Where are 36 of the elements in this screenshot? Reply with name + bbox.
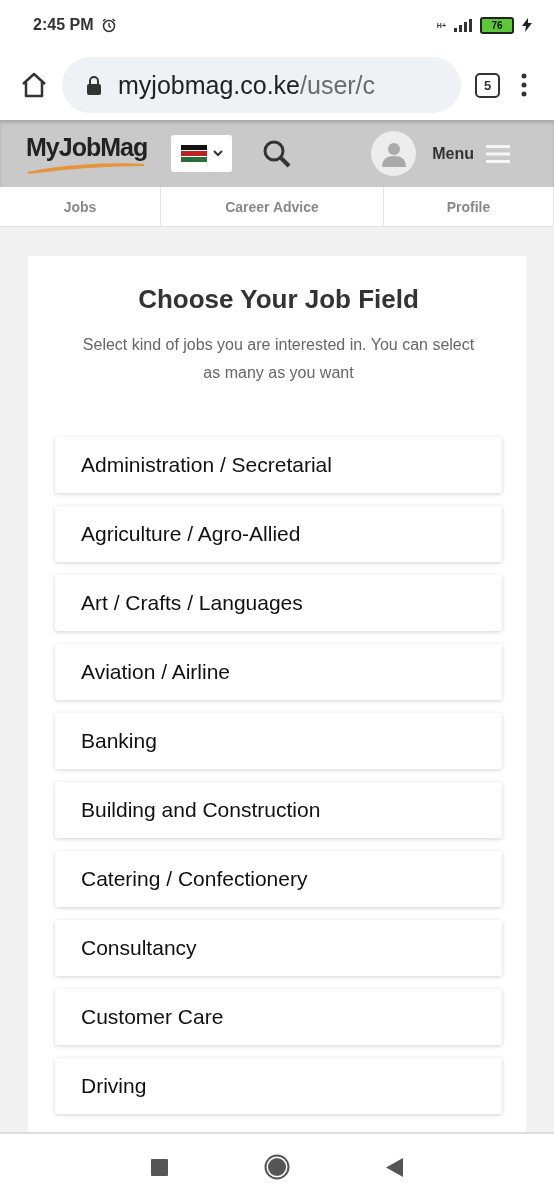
card-title: Choose Your Job Field [137,284,420,315]
job-field-option[interactable]: Banking [55,713,502,769]
swoosh-icon [26,162,146,174]
home-button-icon[interactable] [264,1154,290,1180]
menu-label[interactable]: Menu [432,144,474,163]
country-selector[interactable] [171,135,233,172]
nav-tab[interactable]: Jobs [0,187,162,226]
job-field-option[interactable]: Administration / Secretarial [55,437,502,493]
job-field-option[interactable]: Agriculture / Agro-Allied [55,506,502,562]
home-icon[interactable] [20,71,48,99]
nav-tab[interactable]: Profile [383,187,554,226]
recents-icon[interactable] [151,1158,168,1176]
url-text: myjobmag.co.ke/user/c [118,70,376,100]
tab-count[interactable]: 5 [475,72,500,98]
card-subtitle: Select kind of jobs you are interested in. You can select as many as you want [81,335,476,383]
back-icon[interactable] [386,1157,403,1177]
job-field-option[interactable]: Catering / Confectionery [55,851,502,907]
job-field-option[interactable]: Art / Crafts / Languages [55,575,502,631]
address-bar[interactable]: myjobmag.co.ke/user/c [62,57,461,113]
signal-icon [454,18,472,32]
job-field-option[interactable]: Building and Construction [55,782,502,838]
lock-icon [86,75,102,95]
flag-icon [180,145,207,162]
alarm-icon [101,17,118,33]
person-icon [381,140,406,167]
chevron-down-icon [212,150,223,157]
search-icon[interactable] [262,138,293,169]
job-field-option[interactable]: Aviation / Airline [55,644,502,700]
site-logo[interactable]: MyJobMag [26,133,148,162]
nav-tab[interactable]: Career Advice [161,187,384,226]
job-field-option[interactable]: Consultancy [55,920,502,976]
job-field-option[interactable]: Driving [55,1058,502,1114]
job-field-option[interactable]: Customer Care [55,989,502,1045]
battery-level: 76 [491,19,503,31]
status-time: 2:45 PM [33,16,94,34]
charging-icon [522,18,532,32]
